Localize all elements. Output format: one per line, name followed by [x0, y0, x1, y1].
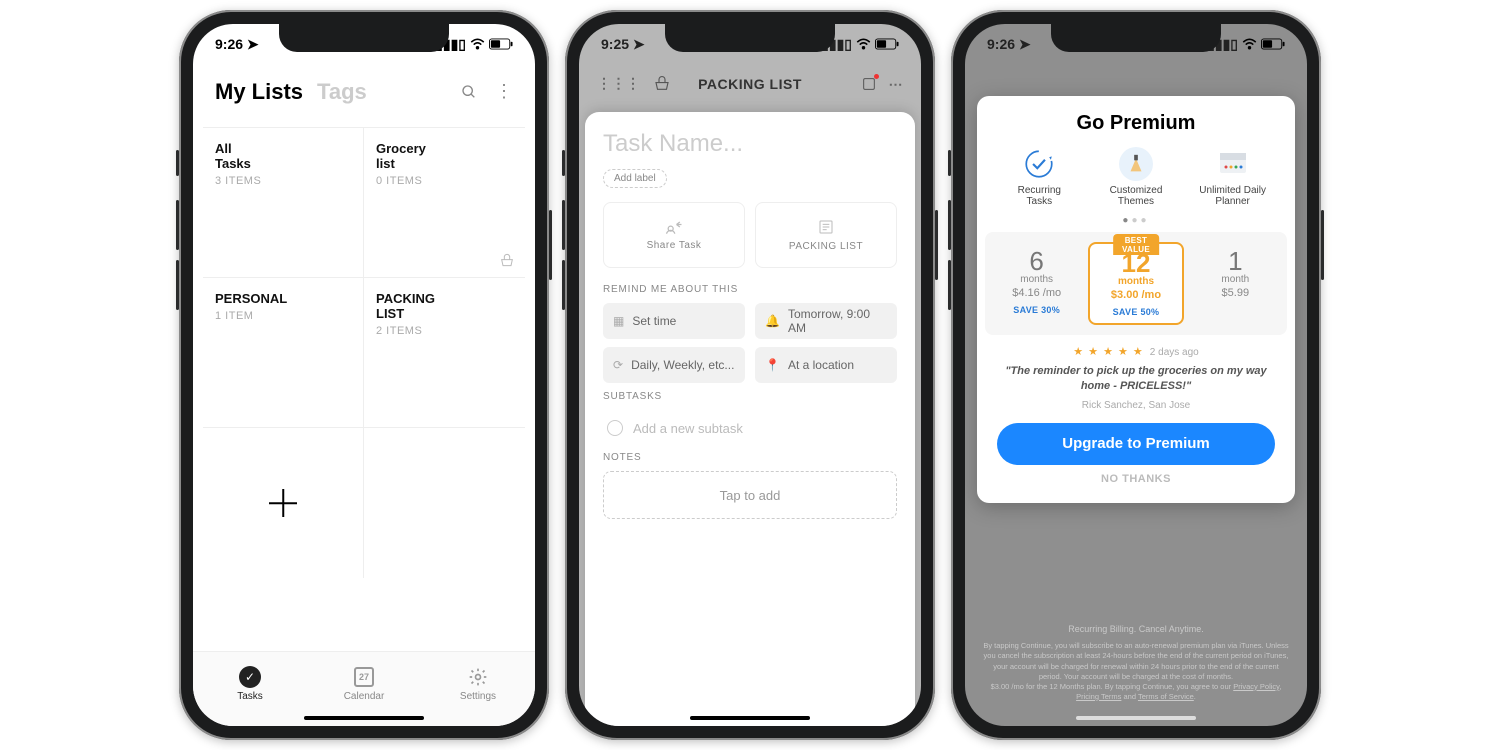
- plan-12-months[interactable]: BEST VALUE 12 months $3.00 /mo SAVE 50%: [1088, 242, 1183, 325]
- wifi-icon: [856, 38, 871, 50]
- notification-icon[interactable]: [861, 76, 877, 92]
- tomorrow-button[interactable]: 🔔Tomorrow, 9:00 AM: [755, 303, 897, 339]
- bell-icon: 🔔: [765, 314, 780, 328]
- feature-themes: Customized Themes: [1096, 147, 1176, 207]
- home-indicator[interactable]: [690, 716, 810, 720]
- calendar-icon: ▦: [613, 314, 624, 328]
- share-task-button[interactable]: Share Task: [603, 202, 745, 268]
- location-icon: ➤: [247, 36, 259, 52]
- tab-tags[interactable]: Tags: [317, 79, 367, 105]
- tab-settings[interactable]: Settings: [421, 652, 535, 726]
- status-time: 9:26: [215, 36, 243, 52]
- task-sheet: Task Name... Add label Share Task PACKIN…: [585, 112, 915, 726]
- plan-6-months[interactable]: 6 months $4.16 /mo SAVE 30%: [991, 242, 1082, 325]
- planner-icon: [1216, 147, 1250, 181]
- modal-title: Go Premium: [991, 112, 1281, 135]
- privacy-link[interactable]: Privacy Policy: [1233, 682, 1279, 691]
- no-thanks-button[interactable]: NO THANKS: [991, 473, 1281, 485]
- more-icon[interactable]: ⋯: [889, 76, 904, 93]
- bottom-tab-bar: ✓ Tasks 27 Calendar Settings: [193, 651, 535, 726]
- battery-icon: [875, 38, 899, 50]
- wifi-icon: [470, 38, 485, 50]
- upgrade-button[interactable]: Upgrade to Premium: [997, 423, 1275, 465]
- feature-recurring: Recurring Tasks: [999, 147, 1079, 207]
- location-button[interactable]: 📍At a location: [755, 347, 897, 383]
- add-label-button[interactable]: Add label: [603, 169, 667, 188]
- status-time: 9:26: [987, 36, 1015, 52]
- share-icon: [664, 220, 684, 234]
- plus-icon: [269, 489, 297, 517]
- battery-icon: [489, 38, 513, 50]
- basket-icon: [499, 253, 515, 269]
- phone-mock-2: 9:25 ➤ ▮▮▮▯ ⋮⋮⋮ PACKING LIST ⋯ Task Name…: [565, 10, 935, 740]
- more-icon[interactable]: ⋮: [495, 88, 513, 95]
- grid-icon[interactable]: ⋮⋮⋮: [597, 75, 641, 93]
- task-name-input[interactable]: Task Name...: [603, 130, 897, 158]
- premium-modal: Go Premium Recurring Tasks Customized Th…: [977, 96, 1295, 503]
- check-icon: ✓: [239, 666, 261, 688]
- list-icon: [818, 219, 834, 235]
- home-indicator[interactable]: [1076, 716, 1196, 720]
- location-icon: ➤: [1019, 36, 1031, 52]
- subtasks-label: SUBTASKS: [603, 391, 897, 402]
- notes-label: NOTES: [603, 452, 897, 463]
- recurrence-button[interactable]: ⟳Daily, Weekly, etc...: [603, 347, 745, 383]
- list-card-all-tasks[interactable]: All Tasks 3 ITEMS: [203, 128, 364, 278]
- location-icon: ➤: [633, 36, 645, 52]
- basket-icon[interactable]: [653, 75, 671, 93]
- pin-icon: 📍: [765, 358, 780, 372]
- tab-tasks[interactable]: ✓ Tasks: [193, 652, 307, 726]
- review-block: ★ ★ ★ ★ ★2 days ago "The reminder to pic…: [991, 345, 1281, 411]
- recurring-icon: [1022, 147, 1056, 181]
- pricing-link[interactable]: Pricing Terms: [1076, 692, 1121, 701]
- feature-planner: Unlimited Daily Planner: [1193, 147, 1273, 207]
- phone-mock-3: 9:26 ➤ ▮▮▮▯ Go Premium Recurring Tasks C…: [951, 10, 1321, 740]
- tab-my-lists[interactable]: My Lists: [215, 79, 303, 105]
- list-card-grocery[interactable]: Grocery list 0 ITEMS: [364, 128, 525, 278]
- status-time: 9:25: [601, 36, 629, 52]
- list-card-personal[interactable]: PERSONAL 1 ITEM: [203, 278, 364, 428]
- screen-title-dimmed: ⋮⋮⋮ PACKING LIST ⋯: [579, 64, 921, 104]
- tab-calendar[interactable]: 27 Calendar: [307, 652, 421, 726]
- add-subtask-input[interactable]: Add a new subtask: [603, 410, 897, 446]
- tos-link[interactable]: Terms of Service: [1138, 692, 1194, 701]
- home-indicator[interactable]: [304, 716, 424, 720]
- list-select-button[interactable]: PACKING LIST: [755, 202, 897, 268]
- remind-label: REMIND ME ABOUT THIS: [603, 284, 897, 295]
- list-card-packing[interactable]: PACKING LIST 2 ITEMS: [364, 278, 525, 428]
- circle-icon: [607, 420, 623, 436]
- notes-input[interactable]: Tap to add: [603, 471, 897, 519]
- battery-icon: [1261, 38, 1285, 50]
- plan-1-month[interactable]: 1 month $5.99: [1190, 242, 1281, 325]
- search-icon[interactable]: [461, 84, 477, 100]
- page-dots[interactable]: ●●●: [991, 215, 1281, 226]
- best-value-badge: BEST VALUE: [1113, 234, 1159, 255]
- phone-mock-1: 9:26 ➤ ▮▮▮▯ My Lists Tags ⋮ All Tasks 3 …: [179, 10, 549, 740]
- legal-text: Recurring Billing. Cancel Anytime. By ta…: [983, 623, 1289, 702]
- add-list-button[interactable]: [203, 428, 364, 578]
- wifi-icon: [1242, 38, 1257, 50]
- set-time-button[interactable]: ▦Set time: [603, 303, 745, 339]
- stars-icon: ★ ★ ★ ★ ★: [1073, 346, 1144, 358]
- repeat-icon: ⟳: [613, 358, 623, 372]
- calendar-icon: 27: [354, 667, 374, 687]
- gear-icon: [467, 666, 489, 688]
- themes-icon: [1119, 147, 1153, 181]
